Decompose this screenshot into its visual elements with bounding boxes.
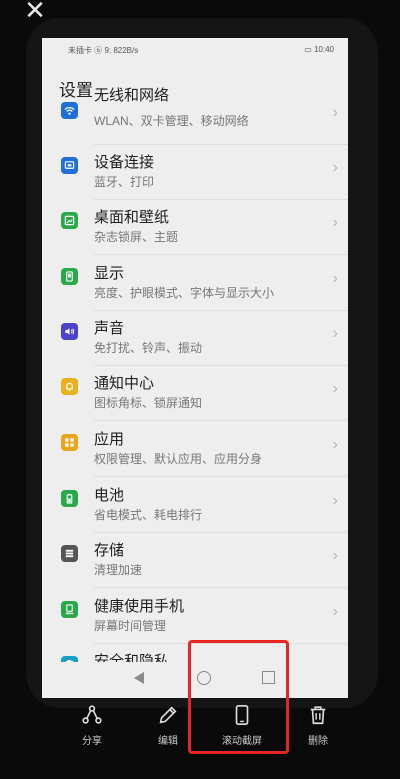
settings-item-title: 应用 xyxy=(94,431,125,448)
settings-item-title: 电池 xyxy=(94,487,125,504)
settings-item-title: 通知中心 xyxy=(94,375,155,392)
phone-screen: 未插卡 ⓑ 9: 822B/s ▭ 10:40 设置 无线和网络 WLAN、双卡… xyxy=(42,38,348,698)
trash-icon xyxy=(310,706,326,725)
divider xyxy=(94,420,348,421)
settings-item-storage[interactable]: 存储 清理加速 › xyxy=(42,533,348,588)
health-icon xyxy=(61,601,78,618)
status-bar: 未插卡 ⓑ 9: 822B/s ▭ 10:40 xyxy=(42,38,348,60)
settings-item-device-connection[interactable]: 设备连接 蓝牙、打印 › xyxy=(42,145,348,200)
wifi-icon xyxy=(61,102,78,119)
settings-item-display[interactable]: 显示 亮度、护眼模式、字体与显示大小 › xyxy=(42,256,348,311)
settings-item-subtitle: 屏幕时间管理 xyxy=(94,619,167,633)
settings-item-notification-center[interactable]: 通知中心 图标角标、锁屏通知 › xyxy=(42,366,348,421)
settings-item-subtitle: 蓝牙、打印 xyxy=(94,175,155,189)
chevron-right-icon: › xyxy=(332,104,338,121)
divider xyxy=(94,587,348,588)
settings-item-title: 健康使用手机 xyxy=(94,598,185,615)
settings-item-title: 存储 xyxy=(94,542,125,559)
close-icon[interactable]: ✕ xyxy=(22,0,48,23)
chevron-right-icon: › xyxy=(332,380,338,397)
settings-item-title: 设备连接 xyxy=(94,154,155,171)
red-highlight-box xyxy=(188,640,289,754)
settings-item-subtitle: 权限管理、默认应用、应用分身 xyxy=(94,452,263,466)
storage-icon xyxy=(61,545,78,562)
settings-item-title: 无线和网络 xyxy=(94,87,170,104)
delete-label: 删除 xyxy=(308,736,328,747)
settings-item-subtitle: 图标角标、锁屏通知 xyxy=(94,396,203,410)
pencil-icon xyxy=(159,706,177,724)
share-icon xyxy=(82,705,102,724)
settings-item-subtitle: WLAN、双卡管理、移动网络 xyxy=(94,114,249,128)
chevron-right-icon: › xyxy=(332,492,338,509)
chevron-right-icon: › xyxy=(332,436,338,453)
chevron-right-icon: › xyxy=(332,270,338,287)
display-icon xyxy=(61,268,78,285)
settings-item-title: 显示 xyxy=(94,265,125,282)
settings-item-desktop-wallpaper[interactable]: 桌面和壁纸 杂志锁屏、主题 › xyxy=(42,200,348,255)
settings-item-wireless[interactable]: 无线和网络 WLAN、双卡管理、移动网络 › xyxy=(42,87,348,145)
settings-item-subtitle: 清理加速 xyxy=(94,563,143,577)
settings-item-subtitle: 亮度、护眼模式、字体与显示大小 xyxy=(94,286,275,300)
status-right: ▭ 10:40 xyxy=(304,45,334,54)
settings-item-apps[interactable]: 应用 权限管理、默认应用、应用分身 › xyxy=(42,422,348,477)
apps-icon xyxy=(61,434,78,451)
back-triangle-icon[interactable] xyxy=(134,672,144,684)
settings-item-digital-balance[interactable]: 健康使用手机 屏幕时间管理 › xyxy=(42,589,348,644)
settings-item-battery[interactable]: 电池 省电模式、耗电排行 › xyxy=(42,478,348,533)
bell-icon xyxy=(61,378,78,395)
settings-item-subtitle: 免打扰、铃声、振动 xyxy=(94,341,203,355)
settings-item-sound[interactable]: 声音 免打扰、铃声、振动 › xyxy=(42,311,348,366)
sound-icon xyxy=(61,323,78,340)
wallpaper-icon xyxy=(61,212,78,229)
chevron-right-icon: › xyxy=(332,325,338,342)
chevron-right-icon: › xyxy=(332,547,338,564)
chevron-right-icon: › xyxy=(332,159,338,176)
chevron-right-icon: › xyxy=(332,214,338,231)
settings-item-title: 声音 xyxy=(94,320,125,337)
status-left: 未插卡 ⓑ 9: 822B/s xyxy=(68,46,139,55)
battery-icon xyxy=(61,490,78,507)
share-button[interactable]: 分享 xyxy=(64,700,120,747)
chevron-right-icon: › xyxy=(332,603,338,620)
device-connect-icon xyxy=(61,157,78,174)
settings-item-subtitle: 省电模式、耗电排行 xyxy=(94,508,203,522)
share-label: 分享 xyxy=(82,736,102,747)
settings-item-subtitle: 杂志锁屏、主题 xyxy=(94,230,179,244)
settings-item-title: 桌面和壁纸 xyxy=(94,209,170,226)
delete-button[interactable]: 删除 xyxy=(290,700,346,747)
divider xyxy=(94,254,348,255)
divider xyxy=(94,476,348,477)
